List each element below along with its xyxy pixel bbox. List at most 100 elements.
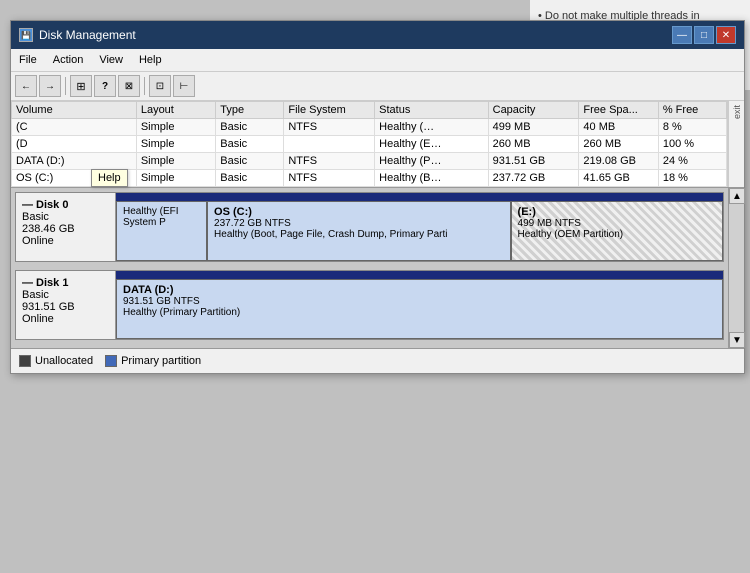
help-tooltip: Help <box>91 169 128 187</box>
title-bar: 💾 Disk Management — □ ✕ <box>11 21 744 49</box>
disk-status: Online <box>22 313 109 325</box>
help-button[interactable]: ? <box>94 75 116 97</box>
minimize-button[interactable]: — <box>672 26 692 44</box>
table-row[interactable]: (DSimpleBasicHealthy (E…260 MB260 MB100 … <box>12 136 727 153</box>
disk-header-bar <box>116 271 723 279</box>
title-controls: — □ ✕ <box>672 26 736 44</box>
table-cell-4: Healthy (P… <box>375 153 488 170</box>
disk-label: — Disk 1 Basic 931.51 GB Online <box>16 271 116 339</box>
menu-bar: File Action View Help <box>11 49 744 72</box>
table-cell-5: 931.51 GB <box>488 153 579 170</box>
col-header-volume[interactable]: Volume <box>12 102 137 119</box>
partition[interactable]: Healthy (EFI System P <box>116 201 207 261</box>
toolbar-separator-2 <box>144 77 145 95</box>
partitions-row: DATA (D:)931.51 GB NTFSHealthy (Primary … <box>116 279 723 339</box>
menu-view[interactable]: View <box>91 51 131 69</box>
table-cell-6: 40 MB <box>579 119 658 136</box>
properties-button[interactable]: ⊞ <box>70 75 92 97</box>
col-header-freepct[interactable]: % Free <box>658 102 726 119</box>
disk-name: — Disk 1 <box>22 277 109 289</box>
menu-action[interactable]: Action <box>45 51 92 69</box>
disk-name: — Disk 0 <box>22 199 109 211</box>
partition-size: 931.51 GB NTFS <box>123 296 716 307</box>
partition-name: DATA (D:) <box>123 284 716 296</box>
partition-size: 499 MB NTFS <box>518 218 716 229</box>
table-cell-1: Simple <box>136 136 215 153</box>
table-cell-2: Basic <box>216 136 284 153</box>
window-title: Disk Management <box>39 28 136 42</box>
table-cell-0: (D <box>12 136 137 153</box>
table-cell-7: 8 % <box>658 119 726 136</box>
table-cell-3: NTFS <box>284 153 375 170</box>
table-row[interactable]: (CSimpleBasicNTFSHealthy (…499 MB40 MB8 … <box>12 119 727 136</box>
status-bar: Unallocated Primary partition <box>11 348 744 373</box>
table-cell-1: Simple <box>136 170 215 187</box>
scroll-track <box>729 204 744 332</box>
table-cell-5: 260 MB <box>488 136 579 153</box>
disk-type: Basic <box>22 211 109 223</box>
primary-label: Primary partition <box>121 355 201 367</box>
disk-view-button[interactable]: ⊡ <box>149 75 171 97</box>
partitions-row: Healthy (EFI System P OS (C:)237.72 GB NT… <box>116 201 723 261</box>
vertical-scrollbar[interactable]: ▲ ▼ <box>728 188 744 348</box>
table-cell-6: 219.08 GB <box>579 153 658 170</box>
disk-partitions: Healthy (EFI System P OS (C:)237.72 GB NT… <box>116 193 723 261</box>
disk-management-window: 💾 Disk Management — □ ✕ File Action View… <box>10 20 745 374</box>
menu-help[interactable]: Help <box>131 51 170 69</box>
scroll-up-button[interactable]: ▲ <box>729 188 745 204</box>
disk-size: 931.51 GB <box>22 301 109 313</box>
disk-status: Online <box>22 235 109 247</box>
table-cell-5: 237.72 GB <box>488 170 579 187</box>
table-row[interactable]: DATA (D:)SimpleBasicNTFSHealthy (P…931.5… <box>12 153 727 170</box>
exit-label: exit <box>732 105 742 119</box>
disk-graphic-section: — Disk 0 Basic 238.46 GB OnlineHealthy (… <box>11 188 744 348</box>
disk-size: 238.46 GB <box>22 223 109 235</box>
partition-name: OS (C:) <box>214 206 504 218</box>
table-cell-0: DATA (D:) <box>12 153 137 170</box>
col-header-status[interactable]: Status <box>375 102 488 119</box>
maximize-button[interactable]: □ <box>694 26 714 44</box>
table-cell-4: Healthy (… <box>375 119 488 136</box>
disk-row: — Disk 1 Basic 931.51 GB OnlineDATA (D:)… <box>15 270 724 340</box>
table-cell-2: Basic <box>216 170 284 187</box>
partition-button[interactable]: ⊢ <box>173 75 195 97</box>
partition-status: Healthy (Boot, Page File, Crash Dump, Pr… <box>214 229 504 240</box>
disk-type: Basic <box>22 289 109 301</box>
window-icon: 💾 <box>19 28 33 42</box>
menu-file[interactable]: File <box>11 51 45 69</box>
disk-partitions: DATA (D:)931.51 GB NTFSHealthy (Primary … <box>116 271 723 339</box>
col-header-freespace[interactable]: Free Spa... <box>579 102 658 119</box>
disk-header-bar <box>116 193 723 201</box>
table-cell-4: Healthy (E… <box>375 136 488 153</box>
close-button[interactable]: ✕ <box>716 26 736 44</box>
unallocated-swatch <box>19 355 31 367</box>
back-button[interactable]: ← <box>15 75 37 97</box>
partition-name: (E:) <box>518 206 716 218</box>
forward-button[interactable]: → <box>39 75 61 97</box>
partition[interactable]: OS (C:)237.72 GB NTFSHealthy (Boot, Page… <box>207 201 511 261</box>
right-sidebar: exit <box>728 101 744 187</box>
partition[interactable]: DATA (D:)931.51 GB NTFSHealthy (Primary … <box>116 279 723 339</box>
legend-primary: Primary partition <box>105 355 201 367</box>
disk-row: — Disk 0 Basic 238.46 GB OnlineHealthy (… <box>15 192 724 262</box>
col-header-layout[interactable]: Layout <box>136 102 215 119</box>
col-header-type[interactable]: Type <box>216 102 284 119</box>
partition[interactable]: (E:)499 MB NTFSHealthy (OEM Partition) <box>511 201 723 261</box>
scroll-down-button[interactable]: ▼ <box>729 332 745 348</box>
table-cell-7: 100 % <box>658 136 726 153</box>
col-header-filesystem[interactable]: File System <box>284 102 375 119</box>
toolbar: ← → ⊞ ? ⊠ ⊡ ⊢ <box>11 72 744 101</box>
table-cell-7: 24 % <box>658 153 726 170</box>
partition-size: Healthy (EFI System P <box>123 206 200 228</box>
table-cell-6: 41.65 GB <box>579 170 658 187</box>
refresh-button[interactable]: ⊠ <box>118 75 140 97</box>
legend-unallocated: Unallocated <box>19 355 93 367</box>
partition-status: Healthy (OEM Partition) <box>518 229 716 240</box>
table-cell-3 <box>284 136 375 153</box>
table-cell-2: Basic <box>216 119 284 136</box>
col-header-capacity[interactable]: Capacity <box>488 102 579 119</box>
primary-swatch <box>105 355 117 367</box>
disk-label: — Disk 0 Basic 238.46 GB Online <box>16 193 116 261</box>
partition-status: Healthy (Primary Partition) <box>123 307 716 318</box>
table-cell-1: Simple <box>136 119 215 136</box>
